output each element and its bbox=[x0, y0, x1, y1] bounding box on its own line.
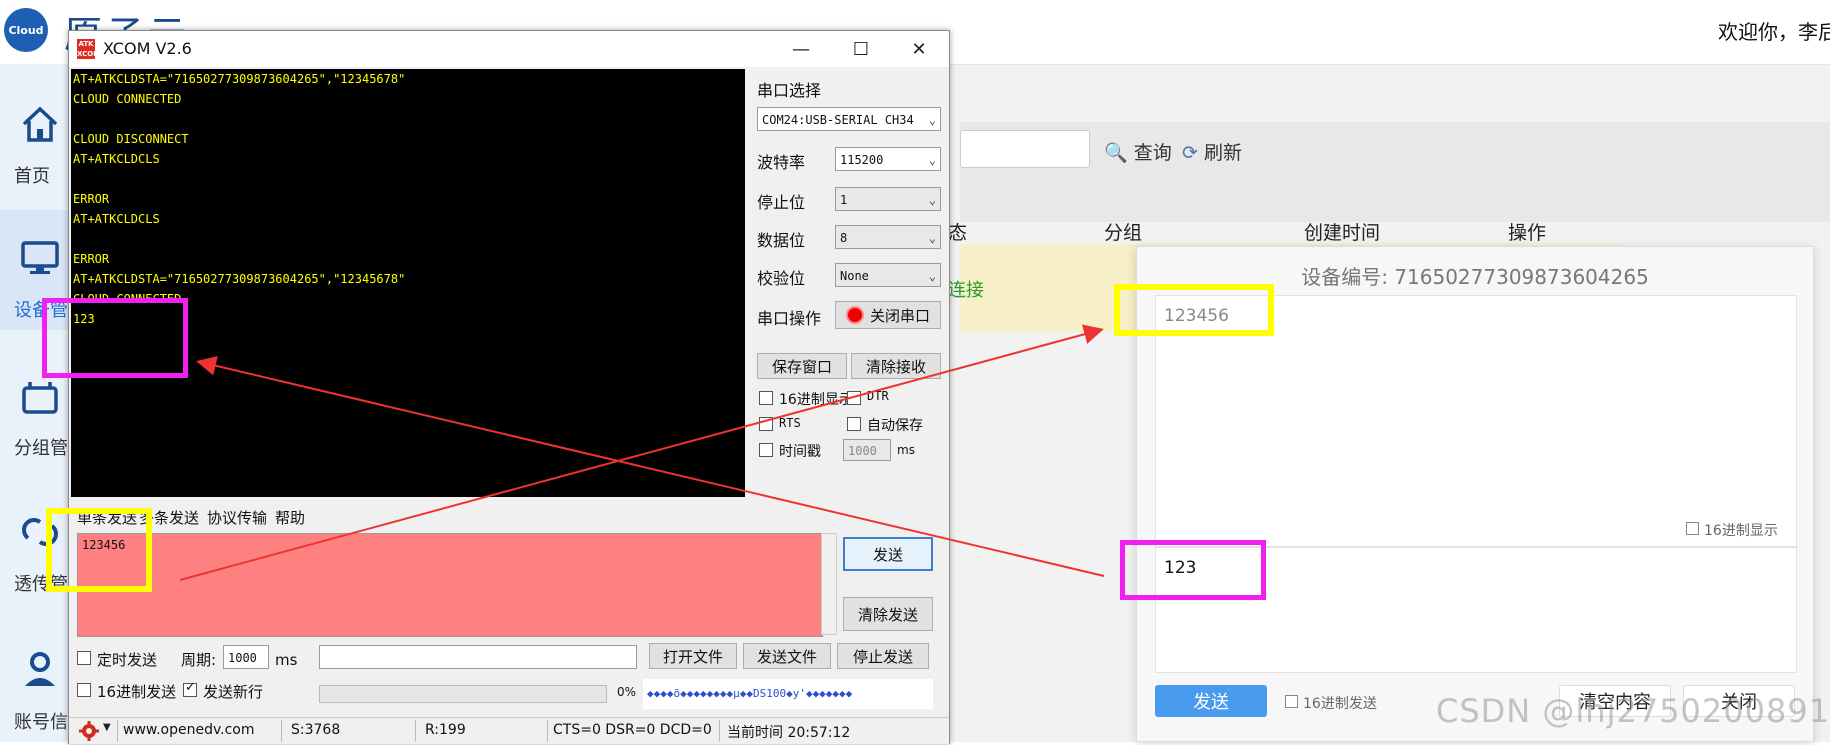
annotation-arrows bbox=[179, 324, 1105, 581]
arrow-dialog-to-terminal bbox=[196, 355, 1105, 577]
